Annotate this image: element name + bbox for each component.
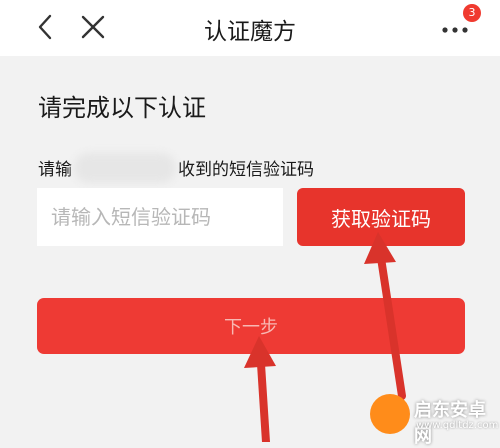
navigation-bar: 认证魔方 3 <box>0 0 500 56</box>
sms-hint: 请输 收到的短信验证码 <box>38 153 358 183</box>
notification-badge: 3 <box>463 4 481 22</box>
next-step-button[interactable]: 下一步 <box>37 298 465 354</box>
sms-hint-prefix: 请输 <box>38 160 72 180</box>
sms-hint-suffix: 收到的短信验证码 <box>178 160 314 180</box>
sms-code-input[interactable] <box>37 188 283 246</box>
page-title: 认证魔方 <box>204 19 296 45</box>
verification-heading: 请完成以下认证 <box>38 94 206 122</box>
get-code-button[interactable]: 获取验证码 <box>297 188 465 246</box>
masked-phone-number <box>74 153 176 183</box>
